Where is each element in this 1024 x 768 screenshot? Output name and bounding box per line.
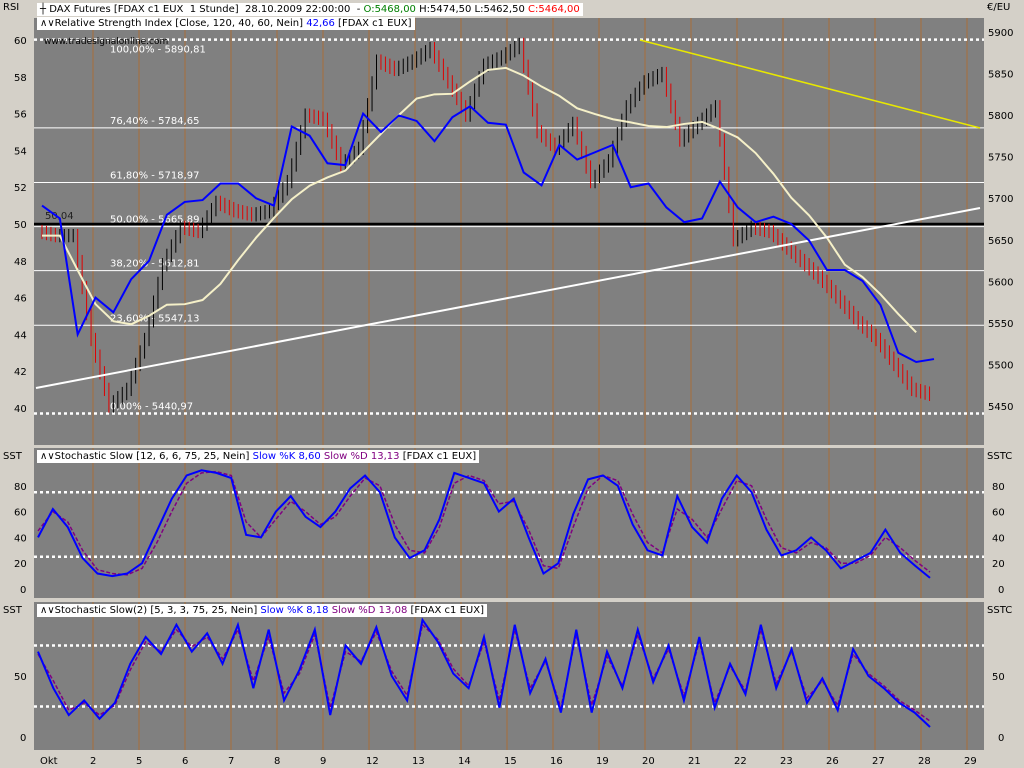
stoch2-seg-0: Stochastic Slow(2) [5, 3, 3, 75, 25, Nei… (54, 605, 261, 616)
stoch-right-tick-label: 40 (992, 533, 1005, 544)
date-tick-label: 12 (366, 756, 379, 767)
rsi-tick-label: 48 (14, 257, 27, 268)
slow-k-line (37, 469, 931, 579)
date-tick-label: Okt (40, 756, 58, 767)
rsi-tick-label: 60 (14, 36, 27, 47)
rsi-header[interactable]: ∧∨Relative Strength Index [Close, 120, 4… (37, 17, 415, 30)
indicator-icon: ∧∨ (40, 18, 55, 29)
stoch2-axis-title: SST (3, 605, 22, 616)
rsi-tick-label: 42 (14, 367, 27, 378)
price-tick-label: 5850 (988, 70, 1013, 81)
price-tick-label: 5900 (988, 28, 1013, 39)
price-tick-label: 5800 (988, 111, 1013, 122)
open-value: O:5468,00 (363, 4, 416, 15)
stoch-seg-0: Stochastic Slow [12, 6, 6, 75, 25, Nein] (54, 451, 253, 462)
indicator-icon: ∧∨ (40, 451, 55, 462)
stoch-d-value: Slow %D 13,13 (323, 451, 400, 462)
stoch-tick-label: 0 (20, 733, 26, 744)
rsi-tick-label: 44 (14, 330, 27, 341)
date-tick-label: 23 (780, 756, 793, 767)
date-tick-label: 8 (274, 756, 280, 767)
rsi-seg-2: [FDAX c1 EUX] (334, 18, 412, 29)
stoch-seg-4: [FDAX c1 EUX] (399, 451, 477, 462)
stoch-tick-label: 0 (20, 585, 26, 596)
rsi-tick-label: 56 (14, 110, 27, 121)
stoch-header[interactable]: ∧∨Stochastic Slow [12, 6, 6, 75, 25, Nei… (37, 450, 480, 463)
close-value: C:5464,00 (528, 4, 580, 15)
rsi-value: 42,66 (306, 18, 335, 29)
rsi-tick-label: 40 (14, 404, 27, 415)
date-tick-label: 20 (642, 756, 655, 767)
price-tick-label: 5750 (988, 153, 1013, 164)
stoch-tick-label: 20 (14, 559, 27, 570)
instrument-seg-0: DAX Futures [FDAX c1 EUX 1 Stunde] 28.10… (49, 4, 364, 15)
stoch-axis-title: SST (3, 451, 22, 462)
rsi-tick-label: 50 (14, 220, 27, 231)
rsi-axis-title: RSI (3, 2, 20, 13)
price-tick-label: 5700 (988, 194, 1013, 205)
date-tick-label: 22 (734, 756, 747, 767)
date-tick-label: 21 (688, 756, 701, 767)
date-tick-label: 16 (550, 756, 563, 767)
date-tick-label: 2 (90, 756, 96, 767)
fib-level-label: 38,20% - 5612,81 (110, 259, 199, 270)
date-tick-label: 27 (872, 756, 885, 767)
stoch-right-tick-label: 0 (998, 733, 1004, 744)
rsi-tick-label: 46 (14, 294, 27, 305)
support-trendline (35, 207, 981, 389)
date-tick-label: 28 (918, 756, 931, 767)
price-tick-label: 5450 (988, 402, 1013, 413)
stoch2-d-value: Slow %D 13,08 (331, 605, 408, 616)
stoch-tick-label: 80 (14, 482, 27, 493)
stoch-right-tick-label: 50 (992, 672, 1005, 683)
price-tick-label: 5550 (988, 319, 1013, 330)
stoch-tick-label: 40 (14, 533, 27, 544)
stoch2-seg-4: [FDAX c1 EUX] (407, 605, 484, 616)
date-tick-label: 7 (228, 756, 234, 767)
chart-canvas[interactable]: 100,00% - 5890,8176,40% - 5784,6561,80% … (0, 0, 1024, 768)
date-tick-label: 29 (964, 756, 977, 767)
date-tick-label: 13 (412, 756, 425, 767)
stoch-tick-label: 60 (14, 508, 27, 519)
watermark: www.tradesignalonline.com (44, 37, 168, 47)
date-tick-label: 5 (136, 756, 142, 767)
rsi-tick-label: 52 (14, 183, 27, 194)
crosshair-icon: ┼ (40, 4, 50, 15)
indicator-icon: ∧∨ (40, 605, 55, 616)
stoch2-header[interactable]: ∧∨Stochastic Slow(2) [5, 3, 3, 75, 25, N… (37, 604, 487, 617)
rsi-seg-0: Relative Strength Index [Close, 120, 40,… (54, 18, 307, 29)
stoch-tick-label: 50 (14, 672, 27, 683)
date-tick-label: 26 (826, 756, 839, 767)
date-tick-label: 6 (182, 756, 188, 767)
price-axis-title: €/EU (987, 2, 1011, 13)
stoch-right-tick-label: 0 (998, 585, 1004, 596)
stoch2-k-value: Slow %K 8,18 (260, 605, 329, 616)
slow-d-line (37, 470, 931, 576)
stoch-right-tick-label: 20 (992, 559, 1005, 570)
date-tick-label: 19 (596, 756, 609, 767)
price-tick-label: 5500 (988, 360, 1013, 371)
rsi-tick-label: 54 (14, 146, 27, 157)
price-tick-label: 5650 (988, 236, 1013, 247)
high-low-values: H:5474,50 L:5462,50 (415, 4, 528, 15)
stoch-k-value: Slow %K 8,60 (252, 451, 321, 462)
stoch2-right-axis-title: SSTC (987, 605, 1013, 616)
date-tick-label: 9 (320, 756, 326, 767)
instrument-header[interactable]: ┼ DAX Futures [FDAX c1 EUX 1 Stunde] 28.… (37, 3, 583, 16)
slow-k-line (37, 617, 931, 728)
stoch-right-tick-label: 60 (992, 508, 1005, 519)
rsi-tick-label: 58 (14, 73, 27, 84)
price-tick-label: 5600 (988, 277, 1013, 288)
moving-average-line (42, 66, 917, 334)
date-tick-label: 15 (504, 756, 517, 767)
stoch-right-axis-title: SSTC (987, 451, 1013, 462)
fib-level-label: 76,40% - 5784,65 (110, 116, 199, 127)
fib-level-label: 61,80% - 5718,97 (110, 170, 199, 181)
date-tick-label: 14 (458, 756, 471, 767)
stoch-right-tick-label: 80 (992, 482, 1005, 493)
